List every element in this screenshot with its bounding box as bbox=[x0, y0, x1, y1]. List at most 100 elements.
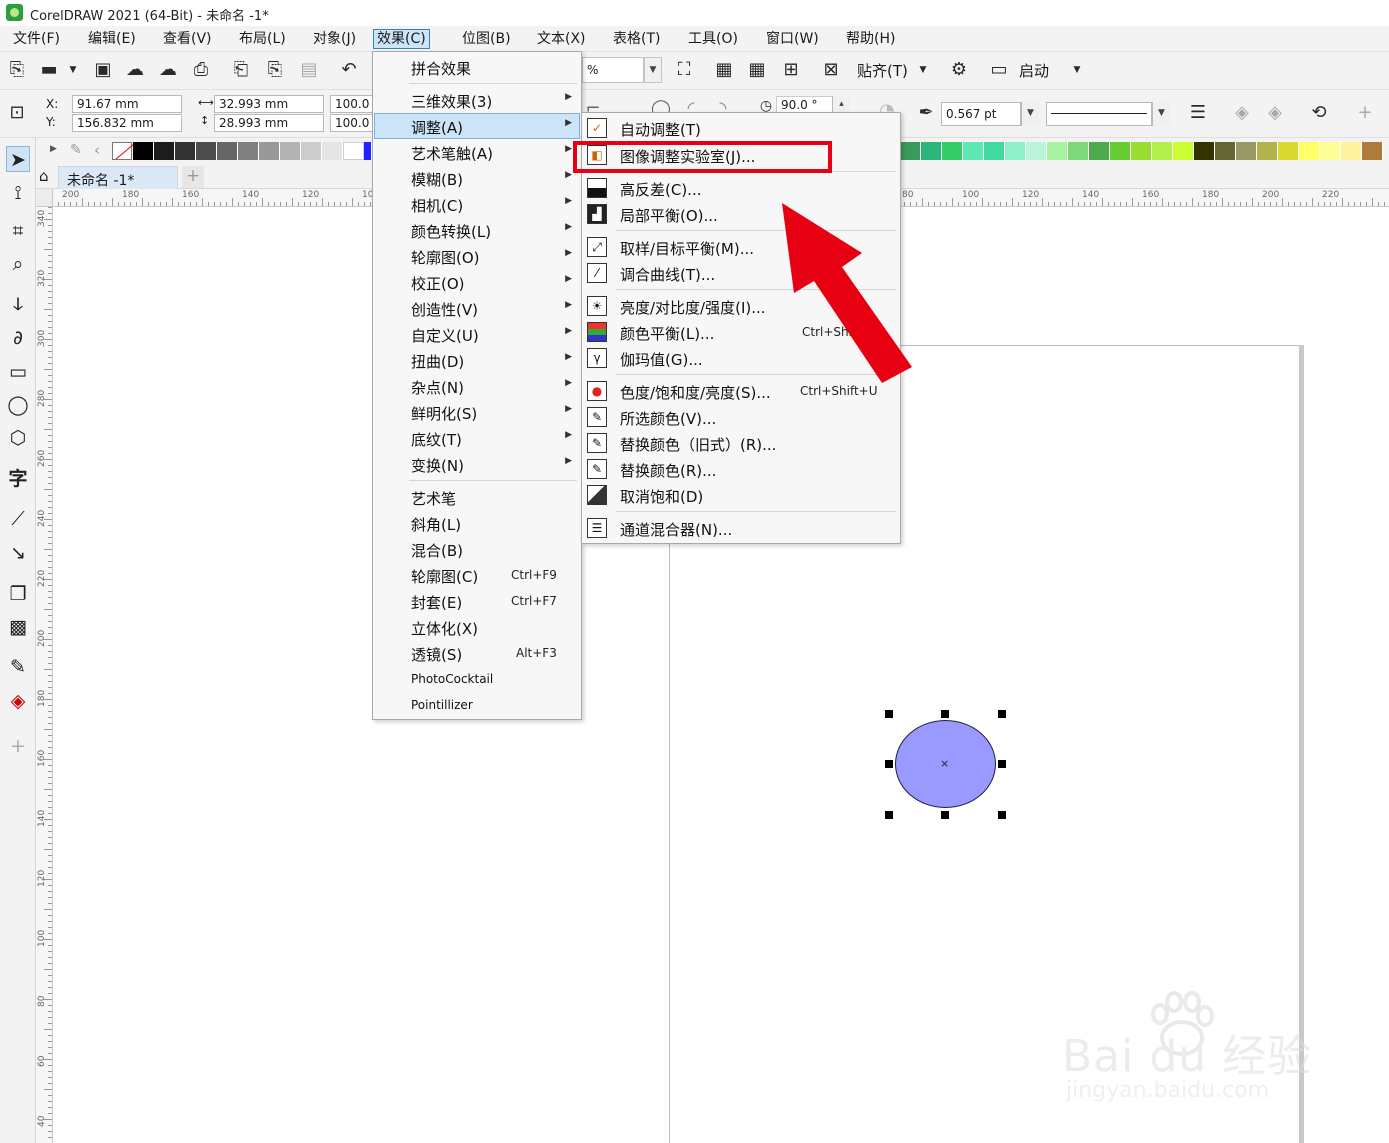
customize-toolbox-icon[interactable]: + bbox=[6, 733, 30, 759]
swatch[interactable] bbox=[1047, 142, 1068, 160]
new-document-icon[interactable]: ⎘ bbox=[6, 59, 28, 81]
zoom-dropdown-icon[interactable]: ▼ bbox=[644, 57, 662, 83]
zoom-tool-icon[interactable]: ⌕ bbox=[6, 251, 30, 277]
palette-left-icon[interactable]: ‹ bbox=[94, 141, 100, 159]
cloud-upload-icon[interactable]: ☁ bbox=[157, 59, 179, 81]
swatch[interactable] bbox=[1320, 142, 1341, 160]
show-grid-icon[interactable]: ▦ bbox=[746, 59, 768, 81]
cloud-download-icon[interactable]: ☁ bbox=[124, 59, 146, 81]
show-rulers-icon[interactable]: ▦ bbox=[713, 59, 735, 81]
save-icon[interactable]: ▣ bbox=[92, 59, 114, 81]
swatch[interactable] bbox=[1194, 142, 1215, 160]
add-icon[interactable]: + bbox=[1354, 102, 1376, 124]
crop-tool-icon[interactable]: ⌗ bbox=[6, 218, 30, 244]
polygon-tool-icon[interactable]: ⬡ bbox=[6, 425, 30, 451]
interactive-fill-tool-icon[interactable]: ◈ bbox=[6, 688, 30, 714]
menu-item-custom[interactable]: 自定义(U) ▶ bbox=[374, 321, 580, 347]
swatch[interactable] bbox=[963, 142, 984, 160]
menu-item-transform[interactable]: 变换(N) ▶ bbox=[374, 451, 580, 477]
ruler-origin[interactable] bbox=[36, 189, 53, 207]
menu-item-contour-submenu[interactable]: 轮廓图(O) ▶ bbox=[374, 243, 580, 269]
text-tool-icon[interactable]: 字 bbox=[6, 466, 30, 492]
swatch[interactable] bbox=[942, 142, 963, 160]
chevron-down-icon[interactable]: ▼ bbox=[62, 59, 84, 81]
document-tab[interactable]: 未命名 -1* bbox=[58, 166, 178, 189]
swatch[interactable] bbox=[322, 142, 343, 160]
palette-scroll-icon[interactable]: ▶ bbox=[50, 144, 57, 154]
launch-label[interactable]: 启动 bbox=[1019, 60, 1049, 81]
menu-help[interactable]: 帮助(H) bbox=[843, 29, 898, 49]
menu-item-noise[interactable]: 杂点(N) ▶ bbox=[374, 373, 580, 399]
menu-item-texture[interactable]: 底纹(T) ▶ bbox=[374, 425, 580, 451]
swatch[interactable] bbox=[1278, 142, 1299, 160]
menu-layout[interactable]: 布局(L) bbox=[236, 29, 289, 49]
full-screen-icon[interactable]: ⛶ bbox=[673, 59, 695, 81]
selection-handle[interactable] bbox=[941, 811, 949, 819]
menu-item-merge-effects[interactable]: 拼合效果 bbox=[374, 54, 580, 80]
outline-width-field[interactable]: 0.567 pt bbox=[941, 102, 1021, 126]
swatch[interactable] bbox=[1089, 142, 1110, 160]
menu-item-channel-mixer[interactable]: ☰ 通道混合器(N)... bbox=[583, 515, 899, 541]
menu-window[interactable]: 窗口(W) bbox=[763, 29, 822, 49]
selection-handle[interactable] bbox=[998, 811, 1006, 819]
publish-pdf-icon[interactable]: ▤ bbox=[298, 59, 320, 81]
menu-item-contour[interactable]: 轮廓图(C) Ctrl+F9 bbox=[374, 562, 580, 588]
menu-bitmap[interactable]: 位图(B) bbox=[459, 29, 514, 49]
home-icon[interactable]: ⌂ bbox=[39, 167, 49, 185]
swatch[interactable] bbox=[1299, 142, 1320, 160]
swatch[interactable] bbox=[921, 142, 942, 160]
menu-edit[interactable]: 编辑(E) bbox=[85, 29, 139, 49]
ellipse-tool-icon[interactable]: ◯ bbox=[6, 392, 30, 418]
object-origin-icon[interactable]: ⊡ bbox=[6, 102, 28, 124]
swatch[interactable] bbox=[1131, 142, 1152, 160]
launch-dropdown-icon[interactable]: ▼ bbox=[1066, 59, 1088, 81]
rectangle-tool-icon[interactable]: ▭ bbox=[6, 359, 30, 385]
menu-item-correction[interactable]: 校正(O) ▶ bbox=[374, 269, 580, 295]
swatch[interactable] bbox=[1236, 142, 1257, 160]
print-icon[interactable]: ⎙ bbox=[190, 59, 212, 81]
menu-item-camera[interactable]: 相机(C) ▶ bbox=[374, 191, 580, 217]
menu-item-art-strokes[interactable]: 艺术笔触(A) ▶ bbox=[374, 139, 580, 165]
menu-item-photococktail[interactable]: PhotoCocktail bbox=[374, 666, 580, 692]
swatch[interactable] bbox=[217, 142, 238, 160]
line-style-field[interactable] bbox=[1046, 102, 1152, 126]
menu-object[interactable]: 对象(J) bbox=[310, 29, 359, 49]
snap-dropdown-icon[interactable]: ▼ bbox=[912, 59, 934, 81]
swatch[interactable] bbox=[1068, 142, 1089, 160]
add-tab-icon[interactable]: + bbox=[182, 166, 204, 188]
to-front-icon[interactable]: ◈ bbox=[1231, 102, 1253, 124]
transparency-tool-icon[interactable]: ▩ bbox=[6, 614, 30, 640]
open-folder-icon[interactable]: ▬ bbox=[38, 59, 60, 81]
artistic-media-tool-icon[interactable]: ∂ bbox=[6, 325, 30, 351]
shape-tool-icon[interactable]: ⟟ bbox=[6, 180, 30, 206]
menu-item-color-transform[interactable]: 颜色转换(L) ▶ bbox=[374, 217, 580, 243]
convert-to-curves-icon[interactable]: ⟲ bbox=[1308, 102, 1330, 124]
swatch[interactable] bbox=[280, 142, 301, 160]
snap-off-icon[interactable]: ⊠ bbox=[820, 59, 842, 81]
swatch-black[interactable] bbox=[133, 142, 154, 160]
x-position-field[interactable]: 91.67 mm bbox=[72, 95, 182, 113]
selection-handle[interactable] bbox=[998, 710, 1006, 718]
gear-icon[interactable]: ⚙ bbox=[948, 59, 970, 81]
menu-file[interactable]: 文件(F) bbox=[10, 29, 63, 49]
swatch[interactable] bbox=[1362, 142, 1383, 160]
no-color-swatch[interactable] bbox=[112, 142, 135, 160]
height-field[interactable]: 28.993 mm bbox=[214, 114, 324, 132]
freehand-tool-icon[interactable]: ↆ bbox=[6, 291, 30, 317]
scale-height-field[interactable]: 100.0 bbox=[330, 114, 374, 132]
drop-shadow-tool-icon[interactable]: ❐ bbox=[6, 581, 30, 607]
pick-tool-icon[interactable]: ➤ bbox=[6, 146, 30, 172]
menu-item-bevel[interactable]: 斜角(L) bbox=[374, 510, 580, 536]
menu-item-pointillizer[interactable]: Pointillizer bbox=[374, 692, 580, 718]
menu-item-blur[interactable]: 模糊(B) ▶ bbox=[374, 165, 580, 191]
menu-item-extrude[interactable]: 立体化(X) bbox=[374, 614, 580, 640]
menu-item-distort[interactable]: 扭曲(D) ▶ bbox=[374, 347, 580, 373]
selection-handle[interactable] bbox=[885, 710, 893, 718]
swatch[interactable] bbox=[196, 142, 217, 160]
launch-app-icon[interactable]: ▭ bbox=[988, 59, 1010, 81]
to-back-icon[interactable]: ◈ bbox=[1264, 102, 1286, 124]
swatch[interactable] bbox=[900, 142, 921, 160]
menu-item-adjust[interactable]: 调整(A) ▶ bbox=[374, 113, 580, 139]
selection-handle[interactable] bbox=[998, 760, 1006, 768]
selection-handle[interactable] bbox=[941, 710, 949, 718]
